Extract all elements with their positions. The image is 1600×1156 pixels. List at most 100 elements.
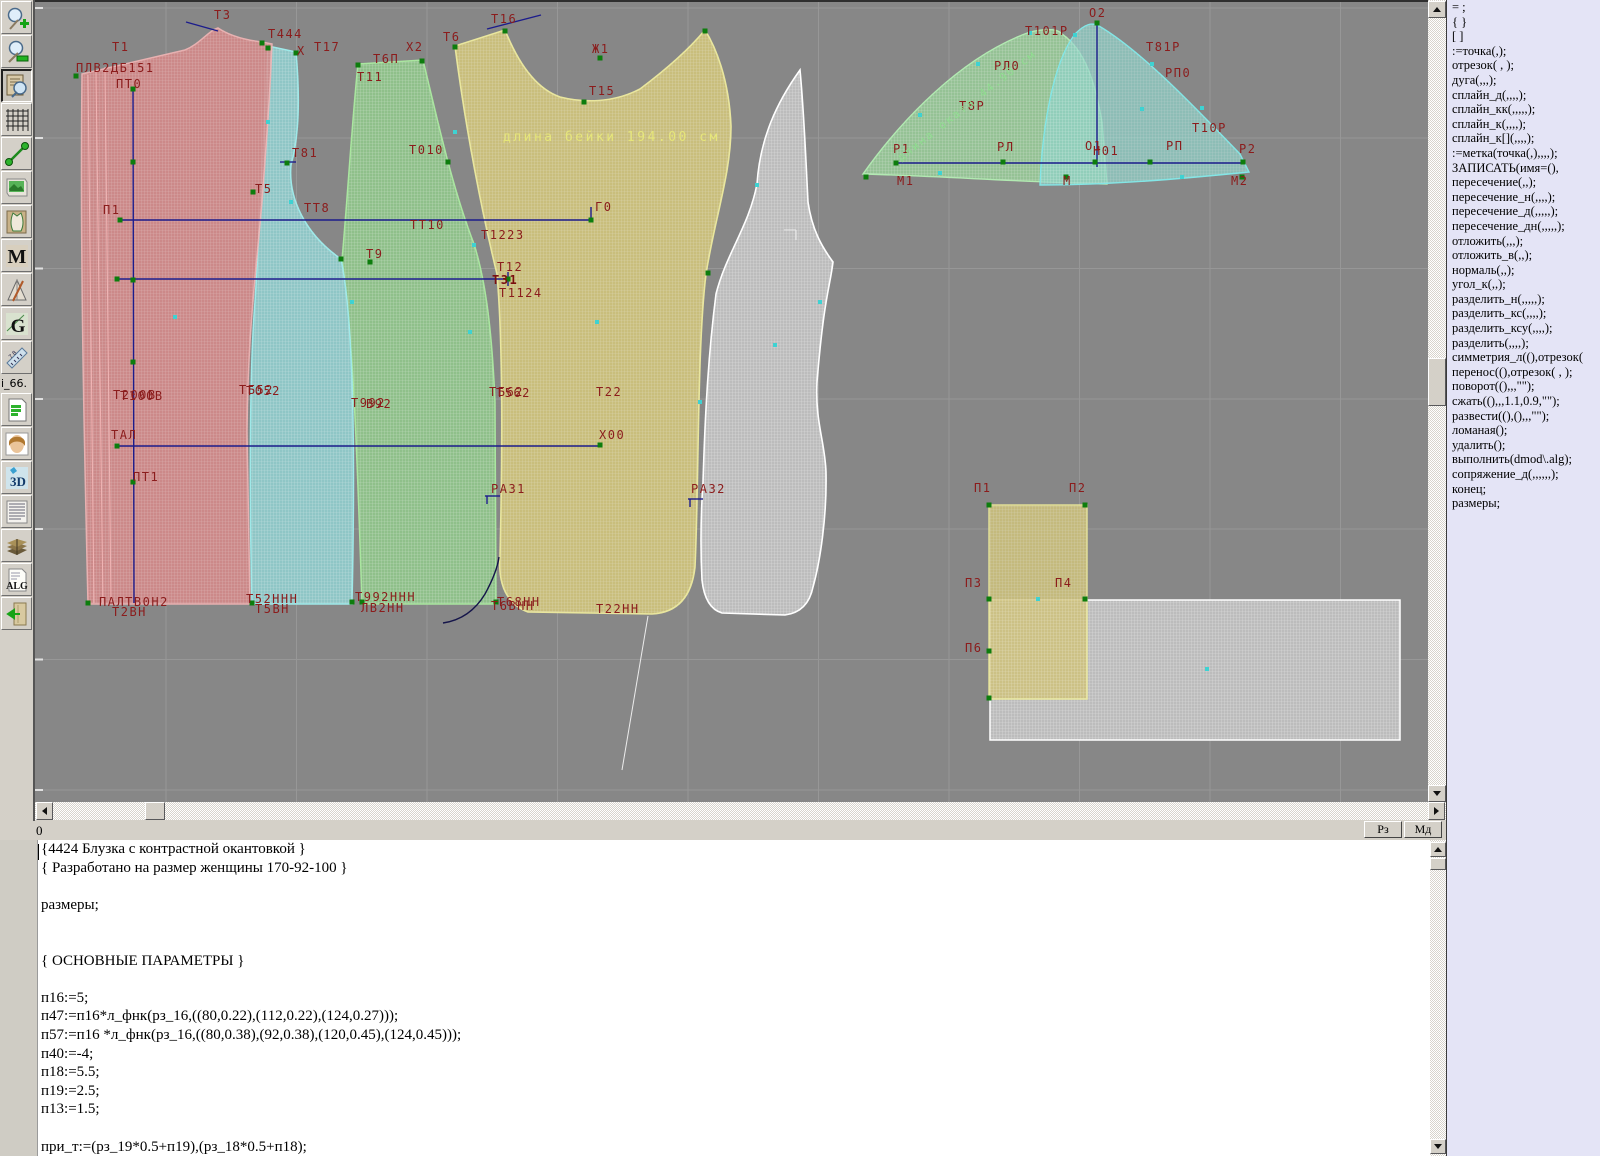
editor-line: п16:=5;	[38, 989, 1430, 1008]
model-photo-tool[interactable]	[1, 427, 32, 460]
command-item[interactable]: сплайн_к[](,,,,);	[1447, 131, 1600, 146]
editor-line: п18:=5.5;	[38, 1063, 1430, 1082]
editor-line: п57:=п16 *л_фнк(рз_16,((80,0.38),(92,0.3…	[38, 1026, 1430, 1045]
threed-tool[interactable]: 3D	[1, 461, 32, 494]
command-item[interactable]: ЗАПИСАТЬ(имя=(),	[1447, 161, 1600, 176]
zoom-out-tool[interactable]	[1, 35, 32, 68]
alg-tool[interactable]: ALG	[1, 563, 32, 596]
drafting-canvas[interactable]: Т3Т444ХТ17Т1ПЛВ2ДБ151ПТ0Х2Т6ПТ6Т16Ж1Т15Т…	[35, 0, 1428, 802]
command-item[interactable]: [ ]	[1447, 29, 1600, 44]
command-item[interactable]: сплайн_кк(,,,,,);	[1447, 102, 1600, 117]
editor-line	[38, 1119, 1430, 1138]
exit-tool[interactable]	[1, 597, 32, 630]
command-item[interactable]: дуга(,,,);	[1447, 73, 1600, 88]
command-item[interactable]: разделить_ксу(,,,,);	[1447, 321, 1600, 336]
command-item[interactable]: :=точка(,);	[1447, 44, 1600, 59]
text-cursor	[38, 844, 39, 860]
editor-line	[38, 914, 1430, 933]
command-item[interactable]: конец;	[1447, 482, 1600, 497]
grid-tool[interactable]	[1, 103, 32, 136]
command-item[interactable]: отрезок( , );	[1447, 58, 1600, 73]
scroll-up-button[interactable]	[1430, 842, 1446, 857]
command-item[interactable]: нормаль(,,);	[1447, 263, 1600, 278]
editor-line	[38, 933, 1430, 952]
editor-line	[38, 877, 1430, 896]
svg-text:ALG: ALG	[6, 581, 28, 592]
command-item[interactable]: развести((),(),,,"");	[1447, 409, 1600, 424]
books-tool[interactable]	[1, 529, 32, 562]
scroll-up-button[interactable]	[1428, 1, 1446, 18]
canvas-horizontal-scrollbar[interactable]	[35, 802, 1446, 821]
editor-line: { ОСНОВНЫЕ ПАРАМЕТРЫ }	[38, 952, 1430, 971]
command-item[interactable]: разделить_кс(,,,,);	[1447, 306, 1600, 321]
md-button[interactable]: Мд	[1404, 821, 1442, 838]
piece-front-yellow[interactable]	[455, 30, 731, 614]
scroll-left-button[interactable]	[36, 802, 53, 820]
command-item[interactable]: пересечение_дн(,,,,,);	[1447, 219, 1600, 234]
status-zero: 0	[36, 823, 43, 839]
scroll-down-button[interactable]	[1430, 1139, 1446, 1154]
command-item[interactable]: :=метка(точка(,),,,,);	[1447, 146, 1600, 161]
list-tool[interactable]	[1, 495, 32, 528]
command-item[interactable]: удалить();	[1447, 438, 1600, 453]
algorithm-editor[interactable]: {4424 Блузка с контрастной окантовкой } {…	[0, 840, 1446, 1156]
command-item[interactable]: симметрия_л((),отрезок(	[1447, 350, 1600, 365]
command-item[interactable]: сплайн_д(,,,,);	[1447, 88, 1600, 103]
command-item[interactable]: сжать((),,,1.1,0.9,"");	[1447, 394, 1600, 409]
rz-button[interactable]: Рз	[1364, 821, 1402, 838]
preview-tool[interactable]	[1, 69, 32, 102]
pattern-drawing	[35, 2, 1428, 802]
piece-sleeve-cyan[interactable]	[1040, 24, 1249, 185]
command-item[interactable]: поворот((),,,"");	[1447, 379, 1600, 394]
app-window: M G 7 8i_66. 3D ALG	[0, 0, 1600, 1156]
table-tool[interactable]	[1, 393, 32, 426]
i66-label: i_66.	[0, 375, 33, 392]
command-item[interactable]: сплайн_к(,,,,);	[1447, 117, 1600, 132]
piece-rect-yellow[interactable]	[989, 505, 1087, 699]
pattern-piece-tool[interactable]	[1, 205, 32, 238]
g-tool[interactable]: G	[1, 307, 32, 340]
editor-margin	[0, 840, 38, 1156]
command-item[interactable]: разделить(,,,,);	[1447, 336, 1600, 351]
command-item[interactable]: пересечение_н(,,,,);	[1447, 190, 1600, 205]
editor-line: п13:=1.5;	[38, 1100, 1430, 1119]
status-band: 0 Рз Мд	[0, 821, 1446, 840]
editor-line: п47:=п16*л_фнк(рз_16,((80,0.22),(112,0.2…	[38, 1007, 1430, 1026]
scroll-thumb[interactable]	[1428, 358, 1446, 406]
command-item[interactable]: отложить(,,,);	[1447, 234, 1600, 249]
command-item[interactable]: = ;	[1447, 0, 1600, 15]
command-item[interactable]: пересечение_д(,,,,,);	[1447, 204, 1600, 219]
command-item[interactable]: размеры;	[1447, 496, 1600, 511]
command-item[interactable]: угол_к(,,);	[1447, 277, 1600, 292]
editor-line: п19:=2.5;	[38, 1082, 1430, 1101]
editor-text-area[interactable]: {4424 Блузка с контрастной окантовкой } {…	[38, 840, 1430, 1156]
command-item[interactable]: выполнить(dmod\.alg);	[1447, 452, 1600, 467]
command-item[interactable]: пересечение(,,);	[1447, 175, 1600, 190]
editor-line: при_т:=(рз_19*0.5+п19),(рз_18*0.5+п18);	[38, 1138, 1430, 1156]
svg-text:G: G	[10, 316, 25, 337]
scroll-thumb[interactable]	[145, 802, 165, 820]
scroll-right-button[interactable]	[1428, 802, 1445, 820]
command-item[interactable]: разделить_н(,,,,,);	[1447, 292, 1600, 307]
editor-line: п40:=-4;	[38, 1045, 1430, 1064]
svg-text:3D: 3D	[10, 474, 26, 489]
command-item[interactable]: { }	[1447, 15, 1600, 30]
svg-text:M: M	[7, 246, 26, 268]
scroll-thumb[interactable]	[1430, 858, 1446, 870]
measure-m-tool[interactable]: M	[1, 239, 32, 272]
ruler-tool[interactable]: 7 8	[1, 341, 32, 374]
picture-tool[interactable]	[1, 171, 32, 204]
command-item[interactable]: перенос((),отрезок( , );	[1447, 365, 1600, 380]
command-item[interactable]: отложить_в(,,);	[1447, 248, 1600, 263]
editor-line: {4424 Блузка с контрастной окантовкой }	[38, 840, 1430, 859]
editor-line	[38, 970, 1430, 989]
command-item[interactable]: ломаная();	[1447, 423, 1600, 438]
scroll-down-button[interactable]	[1428, 785, 1446, 802]
command-item[interactable]: сопряжение_д(,,,,,,);	[1447, 467, 1600, 482]
canvas-vertical-scrollbar[interactable]	[1428, 0, 1446, 802]
segment-tool[interactable]	[1, 137, 32, 170]
editor-vertical-scrollbar[interactable]	[1430, 840, 1446, 1156]
drafting-tool[interactable]	[1, 273, 32, 306]
command-panel: = ;{ }[ ]:=точка(,);отрезок( , );дуга(,,…	[1446, 0, 1600, 1156]
zoom-in-tool[interactable]	[1, 1, 32, 34]
